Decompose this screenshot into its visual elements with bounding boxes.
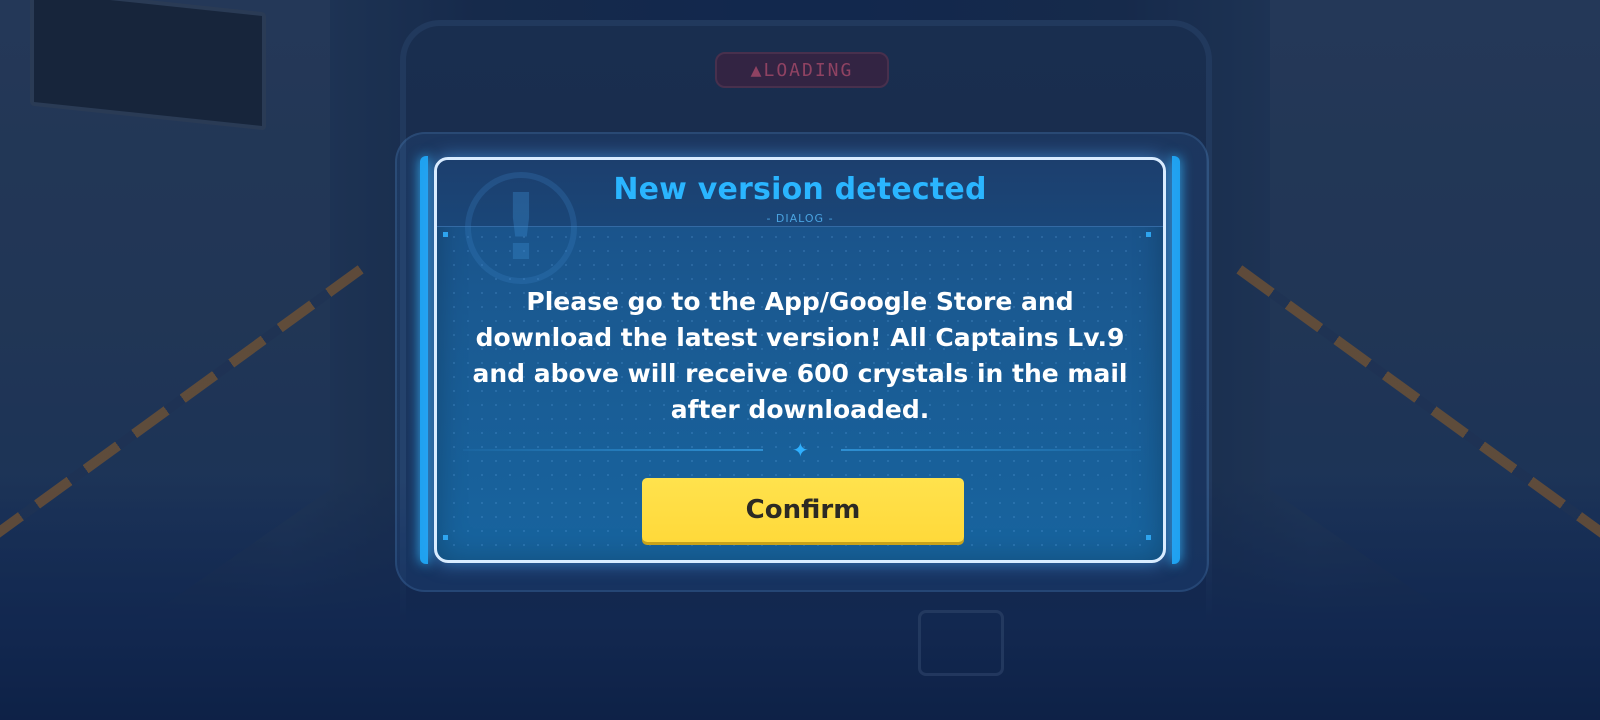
- dialog-bracket-left: [420, 156, 428, 564]
- divider-line-left: [463, 449, 763, 451]
- dialog-message: Please go to the App/Google Store and do…: [472, 287, 1128, 424]
- dialog-bracket-right: [1172, 156, 1180, 564]
- corner-dot: [443, 232, 448, 237]
- confirm-button[interactable]: Confirm: [642, 478, 964, 542]
- divider-line-right: [841, 449, 1141, 451]
- sparkle-icon: ✦: [792, 438, 809, 462]
- corner-dot: [1146, 535, 1151, 540]
- corner-dot: [443, 535, 448, 540]
- dialog-title: New version detected: [613, 172, 987, 207]
- dialog-header: ! New version detected - DIALOG -: [437, 160, 1163, 284]
- corner-dot: [1146, 232, 1151, 237]
- dialog-subtitle: - DIALOG -: [766, 212, 834, 225]
- update-dialog: ! New version detected - DIALOG - Please…: [434, 157, 1166, 563]
